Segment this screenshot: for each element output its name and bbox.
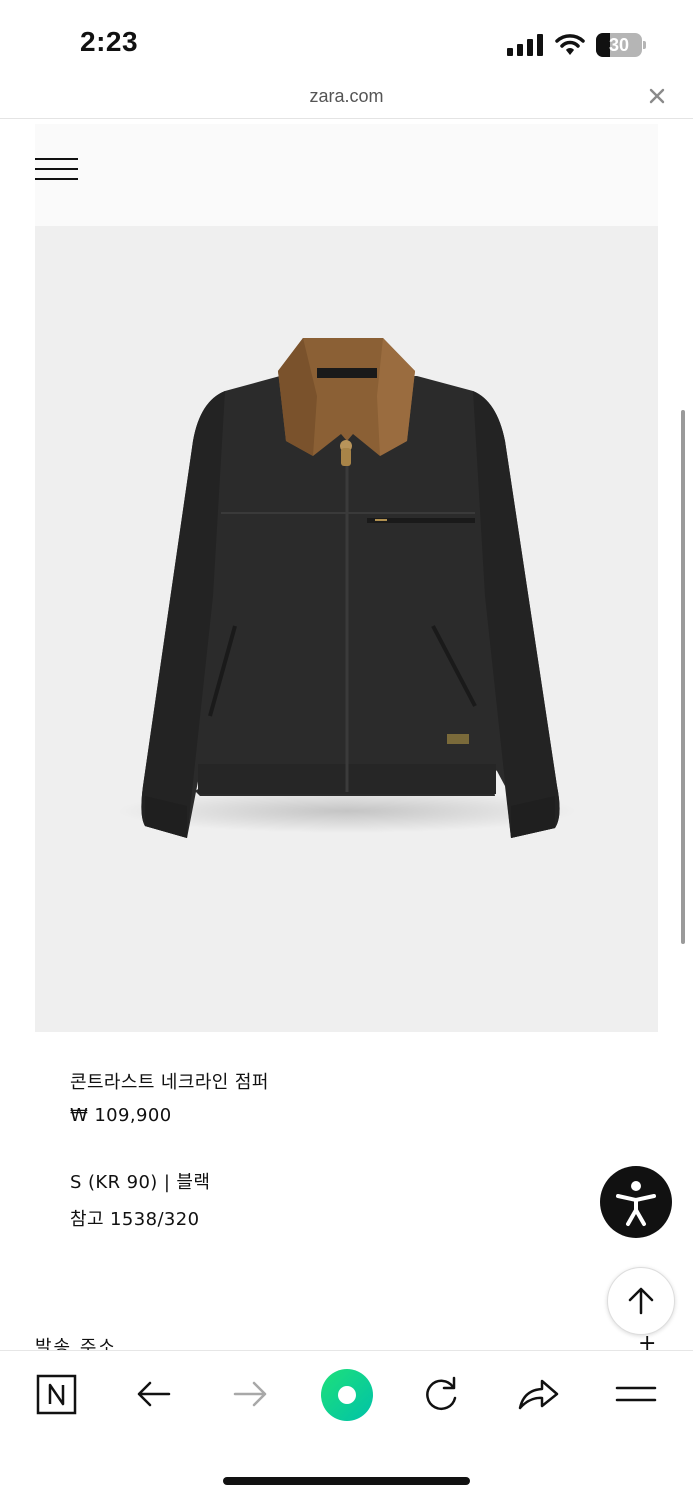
battery-icon: 30: [596, 33, 642, 57]
product-name: 콘트라스트 네크라인 점퍼: [70, 1072, 269, 1093]
cellular-signal-icon: [507, 34, 543, 56]
accessibility-button[interactable]: [600, 1166, 672, 1238]
home-indicator[interactable]: [223, 1477, 470, 1485]
green-dot-icon[interactable]: [320, 1368, 374, 1422]
site-header: [35, 124, 658, 226]
url-text[interactable]: zara.com: [0, 86, 693, 107]
reload-icon[interactable]: [419, 1372, 463, 1416]
product-image[interactable]: [35, 226, 658, 1032]
back-arrow-icon[interactable]: [133, 1372, 177, 1416]
status-time: 2:23: [80, 26, 139, 57]
product-reference: 참고 1538/320: [70, 1209, 200, 1230]
naver-logo-icon[interactable]: [35, 1372, 79, 1416]
product-price: ₩ 109,900: [70, 1105, 172, 1126]
scroll-to-top-button[interactable]: [607, 1267, 675, 1335]
wifi-icon: [555, 32, 585, 58]
battery-level: 30: [608, 35, 630, 55]
scrollbar[interactable]: [681, 410, 685, 944]
product-variant: S (KR 90) | 블랙: [70, 1172, 211, 1193]
accessibility-icon: [616, 1181, 656, 1226]
menu-icon[interactable]: [614, 1372, 658, 1416]
battery-cap: [643, 41, 646, 49]
url-bar-divider: [0, 118, 693, 119]
site-menu-icon[interactable]: [35, 158, 79, 182]
share-icon[interactable]: [516, 1372, 560, 1416]
close-icon[interactable]: [645, 84, 669, 108]
arrow-up-icon: [628, 1287, 654, 1315]
forward-arrow-icon[interactable]: [229, 1372, 273, 1416]
